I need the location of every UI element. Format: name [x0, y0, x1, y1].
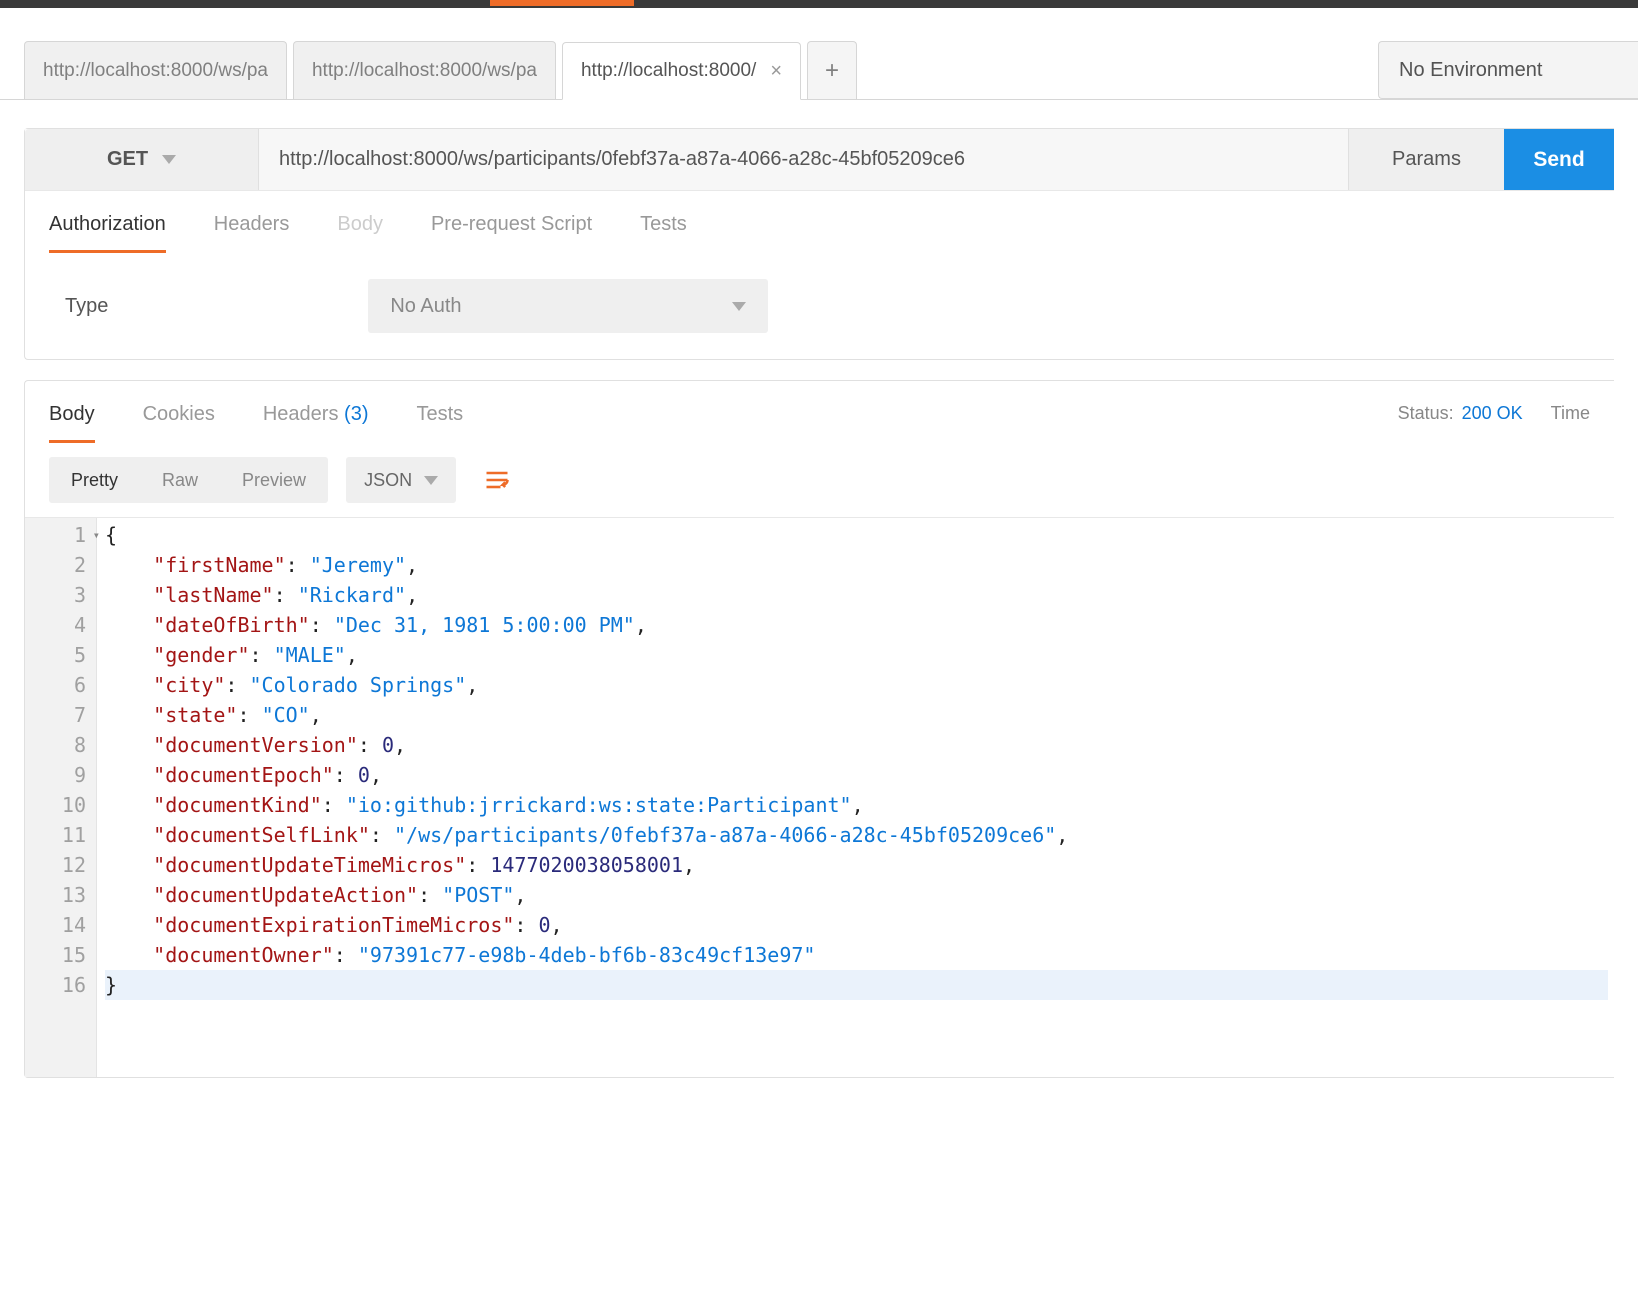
headers-label: Headers: [263, 403, 339, 425]
tab-label: http://localhost:8000/: [581, 60, 756, 82]
params-button[interactable]: Params: [1348, 129, 1504, 190]
auth-type-select[interactable]: No Auth: [368, 279, 768, 333]
response-tabs: Body Cookies Headers (3) Tests: [49, 403, 463, 443]
response-panel: Body Cookies Headers (3) Tests Status: 2…: [24, 380, 1614, 1078]
tab-label: http://localhost:8000/ws/pa: [312, 60, 537, 82]
request-tab-0[interactable]: http://localhost:8000/ws/pa: [24, 41, 287, 99]
tab-response-cookies[interactable]: Cookies: [143, 403, 215, 443]
wrap-lines-icon[interactable]: [474, 457, 520, 503]
format-group: Pretty Raw Preview: [49, 457, 328, 503]
response-body-editor[interactable]: 12345678910111213141516 { "firstName": "…: [25, 517, 1614, 1077]
status-area: Status: 200 OK Time: [1398, 403, 1590, 424]
request-tab-1[interactable]: http://localhost:8000/ws/pa: [293, 41, 556, 99]
tab-authorization[interactable]: Authorization: [49, 213, 166, 253]
auth-type-value: No Auth: [390, 295, 461, 318]
headers-count: (3): [344, 403, 368, 425]
tabs-area: http://localhost:8000/ws/pa http://local…: [24, 41, 1378, 99]
auth-row: Type No Auth: [25, 253, 1614, 359]
tab-prerequest[interactable]: Pre-request Script: [431, 213, 592, 253]
close-icon[interactable]: ×: [770, 60, 782, 83]
send-button[interactable]: Send: [1504, 129, 1614, 190]
url-value: http://localhost:8000/ws/participants/0f…: [279, 148, 965, 171]
tab-response-tests[interactable]: Tests: [416, 403, 463, 443]
chevron-down-icon: [162, 155, 176, 164]
url-row: GET http://localhost:8000/ws/participant…: [25, 129, 1614, 191]
format-preview-button[interactable]: Preview: [220, 457, 328, 503]
format-raw-button[interactable]: Raw: [140, 457, 220, 503]
chevron-down-icon: [732, 302, 746, 311]
body-type-label: JSON: [364, 470, 412, 491]
body-type-select[interactable]: JSON: [346, 457, 456, 503]
tab-tests[interactable]: Tests: [640, 213, 687, 253]
format-pretty-button[interactable]: Pretty: [49, 457, 140, 503]
line-gutter: 12345678910111213141516: [25, 518, 97, 1077]
tab-label: http://localhost:8000/ws/pa: [43, 60, 268, 82]
tab-headers[interactable]: Headers: [214, 213, 290, 253]
app-top-bar: [0, 0, 1638, 8]
environment-select[interactable]: No Environment: [1378, 41, 1638, 99]
request-builder: GET http://localhost:8000/ws/participant…: [24, 128, 1614, 360]
add-tab-button[interactable]: +: [807, 41, 857, 99]
time-label: Time: [1551, 403, 1590, 424]
request-tabs: Authorization Headers Body Pre-request S…: [25, 191, 1614, 253]
method-select[interactable]: GET: [25, 129, 259, 190]
tab-response-headers[interactable]: Headers (3): [263, 403, 369, 443]
format-row: Pretty Raw Preview JSON: [25, 443, 1614, 517]
environment-label: No Environment: [1399, 59, 1542, 82]
tab-response-body[interactable]: Body: [49, 403, 95, 443]
code-content[interactable]: { "firstName": "Jeremy", "lastName": "Ri…: [97, 518, 1614, 1077]
status-label: Status:: [1398, 403, 1454, 424]
response-tabs-row: Body Cookies Headers (3) Tests Status: 2…: [25, 381, 1614, 443]
url-input[interactable]: http://localhost:8000/ws/participants/0f…: [259, 129, 1348, 190]
chevron-down-icon: [424, 476, 438, 485]
method-label: GET: [107, 148, 148, 171]
active-highlight: [490, 0, 634, 6]
status-code: 200 OK: [1462, 403, 1523, 424]
tab-body: Body: [337, 213, 383, 253]
auth-type-label: Type: [65, 295, 108, 318]
tab-header: http://localhost:8000/ws/pa http://local…: [0, 8, 1638, 100]
request-tab-2[interactable]: http://localhost:8000/ ×: [562, 42, 801, 100]
